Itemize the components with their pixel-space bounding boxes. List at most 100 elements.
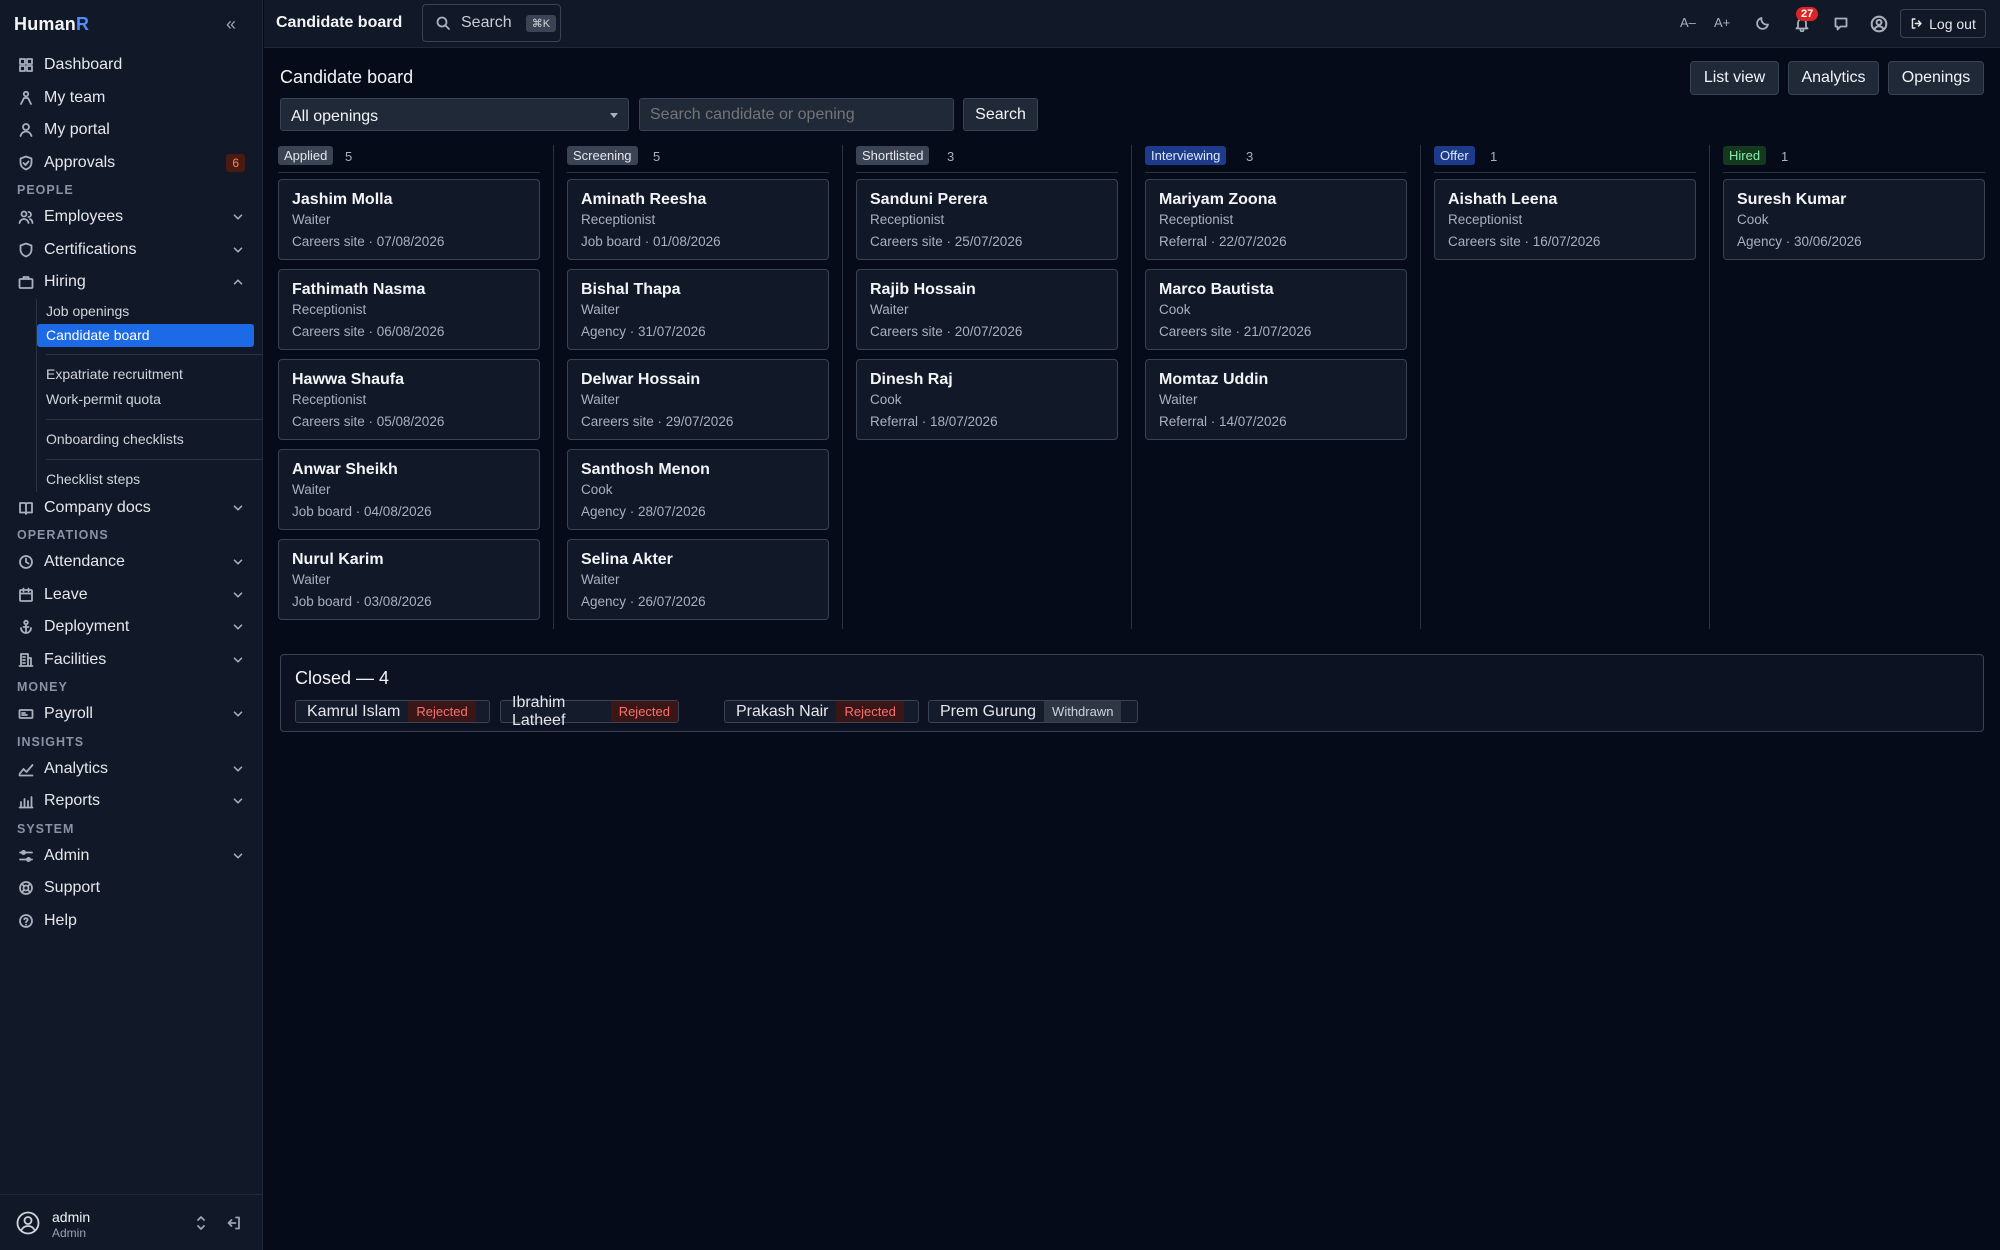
closed-candidate-chip[interactable]: Prakash Nair Rejected — [724, 700, 919, 723]
candidate-name: Dinesh Raj — [870, 371, 953, 388]
sidebar-item-facilities[interactable]: Facilities — [0, 644, 263, 677]
sidebar-item-my-portal[interactable]: My portal — [0, 114, 263, 147]
caret-down-icon — [610, 113, 618, 118]
candidate-card[interactable]: Hawwa Shaufa Receptionist Careers site · 0… — [278, 359, 540, 440]
section-label-operations: OPERATIONS — [17, 528, 109, 542]
chevrons-up-down-icon[interactable] — [193, 1215, 209, 1231]
font-increase-button[interactable]: A+ — [1714, 15, 1730, 30]
candidate-card[interactable]: Suresh Kumar Cook Agency · 30/06/2026 — [1723, 179, 1985, 260]
candidate-card[interactable]: Santhosh Menon Cook Agency · 28/07/2026 — [567, 449, 829, 530]
closed-candidate-chip[interactable]: Prem Gurung Withdrawn — [928, 700, 1138, 723]
stage-count: 1 — [1781, 149, 1789, 164]
candidate-card[interactable]: Sanduni Perera Receptionist Careers site ·… — [856, 179, 1118, 260]
section-label-money: MONEY — [17, 680, 68, 694]
sidebar-item-company-docs[interactable]: Company docs — [0, 492, 263, 525]
candidate-card[interactable]: Delwar Hossain Waiter Careers site · 29/07… — [567, 359, 829, 440]
sidebar-item-hiring[interactable]: Hiring — [0, 266, 263, 299]
logout-button[interactable]: Log out — [1900, 9, 1986, 38]
sidebar-subitem-work-permit-quota[interactable]: Work-permit quota — [37, 387, 263, 412]
candidate-card[interactable]: Nurul Karim Waiter Job board · 03/08/2026 — [278, 539, 540, 620]
collapse-sidebar-icon[interactable]: « — [226, 14, 236, 35]
candidate-role: Waiter — [870, 302, 909, 317]
sidebar-item-label: Admin — [44, 846, 90, 864]
chevron-down-icon — [233, 246, 243, 253]
candidate-card[interactable]: Momtaz Uddin Waiter Referral · 14/07/2026 — [1145, 359, 1407, 440]
candidate-name: Anwar Sheikh — [292, 461, 398, 478]
candidate-card[interactable]: Fathimath Nasma Receptionist Careers site … — [278, 269, 540, 350]
sidebar-item-dashboard[interactable]: Dashboard — [0, 49, 263, 82]
sidebar-item-employees[interactable]: Employees — [0, 201, 263, 234]
chevron-down-icon — [233, 591, 243, 598]
sidebar-item-admin[interactable]: Admin — [0, 840, 263, 873]
closed-candidate-chip[interactable]: Ibrahim Latheef Rejected — [500, 694, 679, 729]
sidebar-subitem-checklist-steps[interactable]: Checklist steps — [37, 467, 263, 492]
sidebar-item-reports[interactable]: Reports — [0, 785, 263, 818]
line-chart-icon — [18, 761, 34, 777]
candidate-role: Cook — [1159, 302, 1191, 317]
candidate-card[interactable]: Bishal Thapa Waiter Agency · 31/07/2026 — [567, 269, 829, 350]
user-circle-icon[interactable] — [1870, 15, 1888, 33]
sidebar-item-label: Support — [44, 879, 101, 897]
candidate-card[interactable]: Aishath Leena Receptionist Careers site · … — [1434, 179, 1696, 260]
sidebar-subitem-onboarding-checklists[interactable]: Onboarding checklists — [37, 427, 263, 452]
sidebar-item-certifications[interactable]: Certifications — [0, 234, 263, 267]
opening-filter-value: All openings — [291, 108, 379, 125]
candidate-card[interactable]: Dinesh Raj Cook Referral · 18/07/2026 — [856, 359, 1118, 440]
brand-logo[interactable]: HumanR — [14, 14, 89, 35]
openings-button[interactable]: Openings — [1888, 61, 1984, 95]
candidate-role: Waiter — [292, 482, 331, 497]
candidate-card[interactable]: Rajib Hossain Waiter Careers site · 20/07/… — [856, 269, 1118, 350]
chevron-down-icon — [233, 214, 243, 220]
sidebar-item-label: Hiring — [44, 273, 86, 291]
sidebar-item-help[interactable]: Help — [0, 905, 263, 938]
stage-count: 1 — [1490, 149, 1498, 164]
sidebar-subitem-job-openings[interactable]: Job openings — [37, 299, 263, 324]
search-button[interactable]: Search — [963, 98, 1038, 131]
closed-candidate-chip[interactable]: Kamrul Islam Rejected — [295, 700, 490, 723]
candidate-role: Receptionist — [870, 212, 945, 227]
sidebar-subitem-expatriate-recruitment[interactable]: Expatriate recruitment — [37, 362, 263, 387]
stage-count: 5 — [345, 149, 353, 164]
candidate-search-input[interactable] — [639, 98, 954, 131]
candidate-role: Waiter — [581, 302, 620, 317]
font-decrease-button[interactable]: A– — [1680, 15, 1696, 30]
candidate-role: Receptionist — [1448, 212, 1523, 227]
logout-icon[interactable] — [226, 1215, 242, 1231]
candidate-source-date: Careers site · 16/07/2026 — [1448, 234, 1601, 249]
candidate-card[interactable]: Selina Akter Waiter Agency · 26/07/2026 — [567, 539, 829, 620]
closed-candidate-name: Kamrul Islam — [307, 702, 401, 720]
global-search-button[interactable]: Search ⌘K — [422, 4, 561, 42]
closed-candidate-name: Prakash Nair — [736, 702, 829, 720]
sidebar-item-support[interactable]: Support — [0, 872, 263, 905]
sidebar-item-label: Leave — [44, 585, 88, 603]
candidate-card[interactable]: Aminath Reesha Receptionist Job board · 01… — [567, 179, 829, 260]
sidebar-item-approvals[interactable]: Approvals 6 — [0, 147, 263, 180]
message-icon[interactable] — [1833, 16, 1849, 32]
sidebar-item-payroll[interactable]: Payroll — [0, 698, 263, 731]
candidate-card[interactable]: Marco Bautista Cook Careers site · 21/07/2… — [1145, 269, 1407, 350]
candidate-role: Waiter — [581, 572, 620, 587]
analytics-button[interactable]: Analytics — [1788, 61, 1879, 95]
column-divider — [842, 145, 843, 629]
payroll-icon — [18, 706, 34, 722]
moon-icon[interactable] — [1755, 15, 1771, 31]
candidate-card[interactable]: Mariyam Zoona Receptionist Referral · 22/0… — [1145, 179, 1407, 260]
list-view-button[interactable]: List view — [1690, 61, 1779, 95]
candidate-card[interactable]: Anwar Sheikh Waiter Job board · 04/08/2026 — [278, 449, 540, 530]
sidebar-subitem-candidate-board[interactable]: Candidate board — [37, 323, 254, 347]
candidate-name: Santhosh Menon — [581, 461, 710, 478]
candidate-name: Aminath Reesha — [581, 191, 707, 208]
sidebar-item-leave[interactable]: Leave — [0, 579, 263, 612]
sidebar-item-analytics[interactable]: Analytics — [0, 753, 263, 786]
candidate-source-date: Careers site · 29/07/2026 — [581, 414, 734, 429]
sidebar-item-attendance[interactable]: Attendance — [0, 546, 263, 579]
candidate-name: Sanduni Perera — [870, 191, 988, 208]
stage-tag: Applied — [278, 146, 334, 165]
opening-filter-select[interactable]: All openings — [280, 98, 629, 131]
user-profile-footer[interactable]: admin Admin — [0, 1194, 263, 1250]
chevron-down-icon — [233, 656, 243, 663]
candidate-card[interactable]: Jashim Molla Waiter Careers site · 07/08/2… — [278, 179, 540, 260]
stage-count: 3 — [947, 149, 955, 164]
sidebar-item-deployment[interactable]: Deployment — [0, 611, 263, 644]
sidebar-item-my-team[interactable]: My team — [0, 82, 263, 115]
